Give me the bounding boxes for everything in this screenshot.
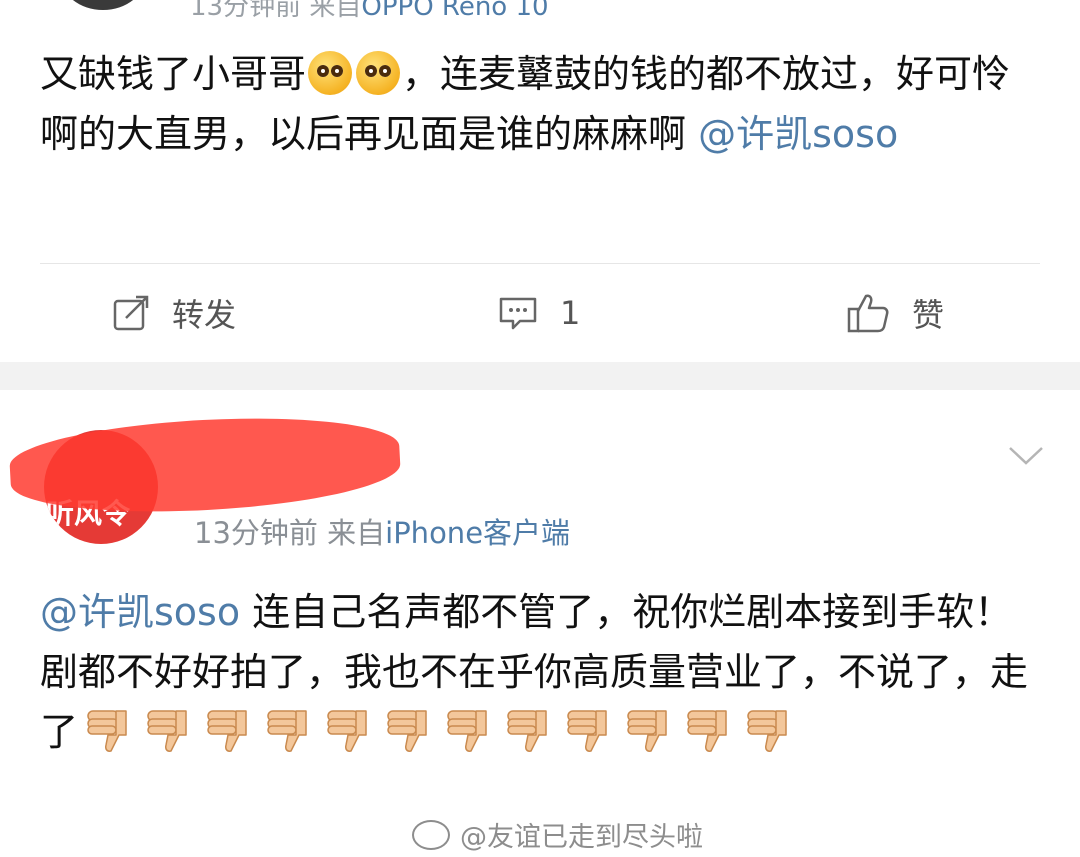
divider [40,263,1040,264]
from-prefix: 来自 [309,0,362,22]
section-gap [0,362,1080,390]
thumbs-down-icon [327,710,367,752]
thumbs-down-icon [747,710,787,752]
thumbs-down-icon [507,710,547,752]
post-time: 13分钟前 [194,516,318,550]
watermark-text: @友谊已走到尽头啦 [460,822,703,853]
mention-link[interactable]: @许凯soso [698,112,898,156]
thumbs-down-group [78,710,798,754]
thumbs-up-icon [847,294,889,333]
post-text: @许凯soso 连自己名声都不管了，祝你烂剧本接到手软！剧都不好好拍了，我也不在… [40,582,1040,762]
thumbs-down-icon [207,710,247,752]
post-source[interactable]: OPPO Reno 10 [361,0,548,22]
repost-icon [113,295,149,331]
thumbs-down-icon [87,710,127,752]
weibo-logo-icon [412,820,450,850]
like-button[interactable]: 赞 [846,290,944,336]
post-text-part: 又缺钱了小哥哥 [40,52,307,96]
thumbs-down-icon [447,710,487,752]
post-meta: 13分钟前 来自OPPO Reno 10 [190,0,549,23]
comment-icon [499,297,537,330]
thumbs-down-icon [567,710,607,752]
thumbs-down-icon [267,710,307,752]
comment-count: 1 [560,294,581,332]
post-meta: 13分钟前 来自iPhone客户端 [194,510,570,552]
redaction-scribble [7,409,403,521]
thumbs-down-icon [627,710,667,752]
repost-button[interactable]: 转发 [112,290,236,336]
repost-label: 转发 [172,296,237,334]
post-text: 又缺钱了小哥哥 ，连麦鼙鼓的钱的都不放过，好可怜啊的大直男，以后再见面是谁的麻麻啊… [40,44,1040,164]
watermark: @友谊已走到尽头啦 [412,815,703,854]
avatar[interactable] [60,0,146,10]
comment-button[interactable]: 1 [498,290,580,336]
thumbs-down-icon [147,710,187,752]
post-card-2: 听风令 13分钟前 来自iPhone客户端 @许凯soso 连自己名声都不管了，… [0,390,1080,857]
post-card-1: 13分钟前 来自OPPO Reno 10 又缺钱了小哥哥 ，连麦鼙鼓的钱的都不放过… [0,0,1080,362]
chevron-down-icon[interactable] [1006,442,1046,468]
like-label: 赞 [912,296,945,334]
post-time: 13分钟前 [190,0,302,22]
mention-link[interactable]: @许凯soso [40,590,240,634]
thumbs-down-icon [387,710,427,752]
pleading-face-icon [308,51,353,95]
pleading-face-icon [356,51,401,95]
thumbs-down-icon [687,710,727,752]
post-source[interactable]: iPhone客户端 [385,516,570,550]
from-prefix: 来自 [327,516,386,550]
